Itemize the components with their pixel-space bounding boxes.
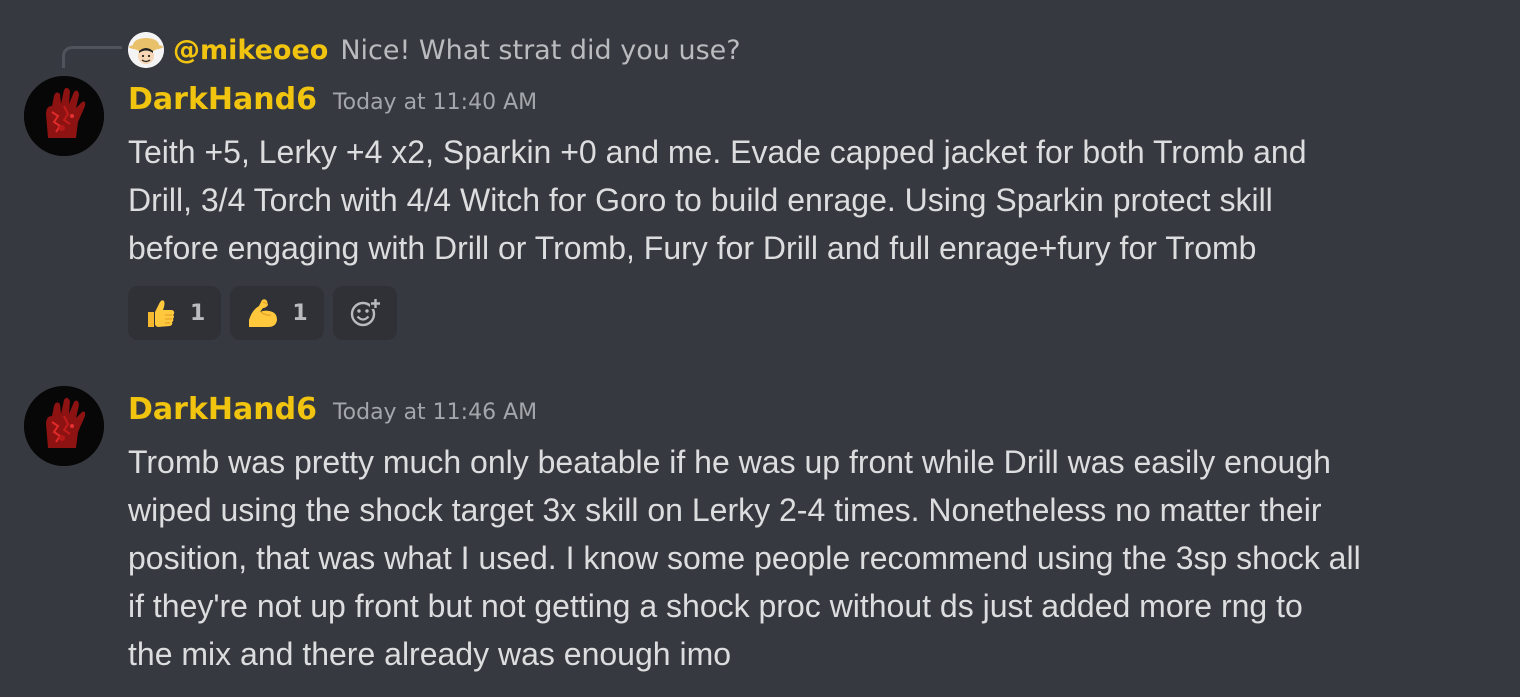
message-line: Tromb was pretty much only beatable if h… bbox=[128, 444, 1331, 480]
reply-author[interactable]: @mikeoeo bbox=[173, 35, 328, 66]
add-reaction-icon bbox=[350, 298, 381, 327]
message-line: before engaging with Drill or Tromb, Fur… bbox=[128, 230, 1257, 266]
user-avatar-icon[interactable] bbox=[24, 76, 104, 156]
message-author[interactable]: DarkHand6 bbox=[128, 82, 317, 117]
user-avatar-icon[interactable] bbox=[24, 386, 104, 466]
message-timestamp[interactable]: Today at 11:40 AM bbox=[333, 90, 537, 115]
message-timestamp[interactable]: Today at 11:46 AM bbox=[333, 400, 537, 425]
message-line: if they're not up front but not getting … bbox=[128, 588, 1303, 624]
message-line: Drill, 3/4 Torch with 4/4 Witch for Goro… bbox=[128, 182, 1273, 218]
reaction-flexed-biceps[interactable]: 1 bbox=[230, 286, 324, 340]
message-author[interactable]: DarkHand6 bbox=[128, 392, 317, 427]
chat-messages: @mikeoeo Nice! What strat did you use? D… bbox=[0, 0, 1520, 697]
reaction-count: 1 bbox=[190, 300, 206, 326]
message-line: Teith +5, Lerky +4 x2, Sparkin +0 and me… bbox=[128, 134, 1307, 170]
message-line: the mix and there already was enough imo bbox=[128, 636, 732, 672]
reaction-thumbs-up[interactable]: 1 bbox=[128, 286, 222, 340]
message-header: DarkHand6 Today at 11:40 AM bbox=[128, 82, 537, 126]
reply-text[interactable]: Nice! What strat did you use? bbox=[340, 35, 740, 66]
reply-preview[interactable]: @mikeoeo Nice! What strat did you use? bbox=[128, 32, 741, 68]
message-header: DarkHand6 Today at 11:46 AM bbox=[128, 392, 537, 436]
reaction-count: 1 bbox=[292, 300, 308, 326]
add-reaction-button[interactable] bbox=[332, 286, 397, 340]
message-line: wiped using the shock target 3x skill on… bbox=[128, 492, 1322, 528]
message-content: Tromb was pretty much only beatable if h… bbox=[128, 438, 1503, 678]
message-content: Teith +5, Lerky +4 x2, Sparkin +0 and me… bbox=[128, 128, 1503, 272]
reactions-bar: 1 1 bbox=[128, 286, 397, 340]
reply-avatar-icon[interactable] bbox=[128, 32, 164, 68]
thumbs-up-icon bbox=[148, 300, 175, 327]
flexed-biceps-icon bbox=[249, 299, 278, 327]
message-line: position, that was what I used. I know s… bbox=[128, 540, 1361, 576]
reply-connector bbox=[62, 46, 122, 68]
